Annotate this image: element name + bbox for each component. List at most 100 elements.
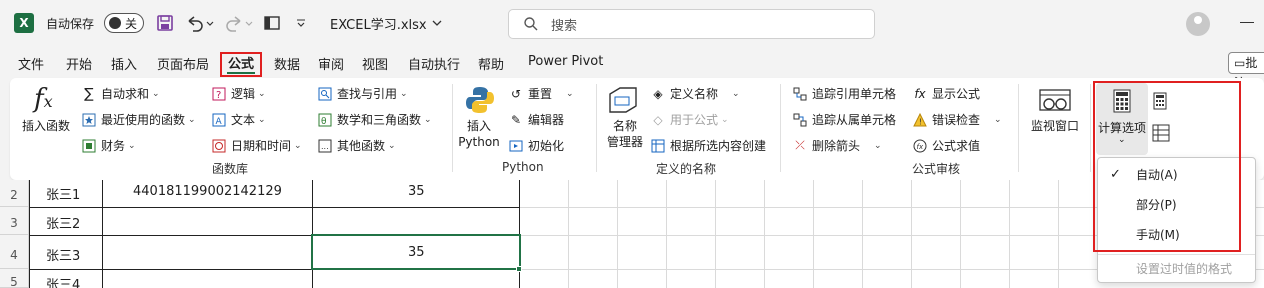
table-cell[interactable]: 440181199002142129	[133, 184, 282, 199]
comment-button[interactable]: ▭批注	[1228, 52, 1264, 90]
customize-toolbar-icon[interactable]	[296, 12, 306, 34]
tag-icon: ◈	[653, 86, 663, 101]
datetime-button[interactable]: 日期和时间 ⌄	[211, 137, 302, 154]
calculate-sheet-icon[interactable]	[1152, 124, 1170, 142]
lookup-button[interactable]: 查找与引用 ⌄	[317, 85, 408, 102]
define-name-label: 定义名称	[670, 87, 719, 101]
autosum-button[interactable]: ∑ 自动求和 ⌄	[81, 85, 160, 102]
trace-precedents-button[interactable]: 追踪引用单元格	[792, 85, 896, 102]
chevron-down-icon: ⌄	[294, 140, 302, 151]
show-formulas-button[interactable]: fx 显示公式	[912, 85, 980, 102]
define-name-button[interactable]: ◈ 定义名称 ⌄	[650, 85, 739, 102]
reset-button[interactable]: ↺ 重置 ⌄	[508, 85, 574, 102]
trace-dependents-icon	[792, 112, 808, 128]
text-button[interactable]: A 文本 ⌄	[211, 111, 266, 128]
menu-item-manual[interactable]: 手动(M)	[1098, 222, 1255, 248]
table-cell[interactable]: 张三3	[46, 245, 80, 264]
row-header[interactable]: 2	[0, 180, 29, 207]
glasses-icon[interactable]	[1038, 88, 1072, 116]
calculate-now-icon[interactable]	[1152, 92, 1168, 110]
error-checking-button[interactable]: ! 错误检查 ⌄	[912, 111, 1002, 128]
editor-button[interactable]: ✎ 编辑器	[508, 111, 564, 128]
python-icon[interactable]	[464, 84, 496, 116]
create-from-selection-button[interactable]: 根据所选内容创建	[650, 137, 766, 154]
tab-insert[interactable]: 插入	[111, 54, 137, 73]
svg-text:A: A	[216, 117, 223, 127]
divider	[1090, 84, 1091, 172]
editor-icon: ✎	[510, 112, 522, 127]
chevron-down-icon	[432, 20, 442, 26]
avatar[interactable]	[1186, 12, 1210, 36]
search-input[interactable]: 搜索	[508, 9, 875, 39]
chevron-down-icon: ⌄	[1118, 135, 1126, 145]
reset-label: 重置	[528, 87, 553, 101]
evaluate-formula-button[interactable]: fx 公式求值	[912, 137, 980, 154]
trace-precedents-label: 追踪引用单元格	[812, 87, 897, 101]
math-button[interactable]: θ 数学和三角函数 ⌄	[317, 111, 432, 128]
text-label: 文本	[231, 113, 256, 127]
watch-window-button[interactable]: 监视窗口	[1026, 118, 1084, 134]
trace-dependents-button[interactable]: 追踪从属单元格	[792, 111, 896, 128]
editor-label: 编辑器	[528, 113, 565, 127]
tab-view[interactable]: 视图	[362, 54, 388, 73]
minimize-icon[interactable]	[1240, 22, 1254, 23]
menu-item-partial[interactable]: 部分(P)	[1098, 192, 1255, 218]
svg-text:θ: θ	[321, 117, 327, 127]
financial-button[interactable]: 财务 ⌄	[81, 137, 136, 154]
name-manager-button[interactable]: 名称 管理器	[602, 118, 648, 150]
calc-options-button[interactable]: 计算选项 ⌄	[1096, 83, 1148, 155]
warning-icon: !	[912, 112, 928, 128]
table-border	[29, 180, 30, 288]
table-cell[interactable]: 张三4	[46, 274, 80, 288]
tab-home[interactable]: 开始	[66, 54, 92, 73]
title-bar: X 自动保存 关 EXCEL学习.xlsx 搜索	[0, 0, 1264, 46]
filename[interactable]: EXCEL学习.xlsx	[330, 12, 443, 34]
star-icon	[81, 112, 97, 128]
gridline	[862, 180, 863, 288]
row-header[interactable]: 4	[0, 235, 29, 269]
tab-automate[interactable]: 自动执行	[408, 54, 460, 73]
recent-functions-button[interactable]: 最近使用的函数 ⌄	[81, 111, 196, 128]
chevron-down-icon: ⌄	[152, 88, 160, 99]
initialize-button[interactable]: 初始化	[508, 137, 564, 154]
gridline	[617, 180, 618, 288]
show-formulas-icon: fx	[914, 86, 926, 101]
other-functions-button[interactable]: ... 其他函数 ⌄	[317, 137, 396, 154]
insert-python-button[interactable]: 插入 Python	[456, 118, 502, 150]
tab-formulas[interactable]: 公式	[220, 52, 263, 77]
worksheet[interactable]: 2 3 4 5 张三1 440181199002142129 35 张三2 张三…	[0, 180, 1264, 288]
name-manager-icon[interactable]	[606, 84, 640, 118]
selected-cell[interactable]	[311, 234, 521, 270]
datetime-label: 日期和时间	[231, 139, 292, 153]
name-manager-line1: 名称	[612, 119, 637, 133]
fx-icon[interactable]: fx	[34, 84, 53, 114]
insert-function-button[interactable]: 插入函数	[20, 118, 72, 134]
tab-page-layout[interactable]: 页面布局	[157, 54, 209, 73]
layout-icon[interactable]	[263, 12, 281, 34]
tab-help[interactable]: 帮助	[478, 54, 504, 73]
remove-arrows-button[interactable]: ⤫ 删除箭头 ⌄	[792, 137, 881, 154]
row-header[interactable]: 3	[0, 207, 29, 235]
chevron-down-icon: ⌄	[424, 114, 432, 125]
group-label-python: Python	[502, 160, 544, 174]
menu-item-label: 设置过时值的格式	[1136, 262, 1233, 276]
table-cell[interactable]: 35	[408, 184, 425, 199]
menu-item-automatic[interactable]: ✓ 自动(A)	[1098, 162, 1255, 188]
error-checking-label: 错误检查	[932, 113, 981, 127]
lookup-icon	[317, 86, 333, 102]
logical-button[interactable]: ? 逻辑 ⌄	[211, 85, 266, 102]
table-cell[interactable]: 张三1	[46, 184, 80, 203]
group-label-function-library: 函数库	[212, 162, 249, 176]
fill-handle[interactable]	[516, 266, 522, 272]
group-label-formula-auditing: 公式审核	[912, 162, 961, 176]
row-header[interactable]: 5	[0, 269, 29, 288]
comment-icon: ▭	[1234, 56, 1246, 70]
tab-file[interactable]: 文件	[18, 54, 44, 73]
tab-review[interactable]: 审阅	[318, 54, 344, 73]
table-cell[interactable]: 张三2	[46, 213, 80, 232]
tab-data[interactable]: 数据	[274, 54, 300, 73]
tab-power-pivot[interactable]: Power Pivot	[528, 54, 603, 69]
autosave-toggle[interactable]: 关	[104, 13, 144, 33]
save-icon[interactable]	[156, 12, 174, 34]
undo-icon[interactable]	[185, 12, 215, 34]
